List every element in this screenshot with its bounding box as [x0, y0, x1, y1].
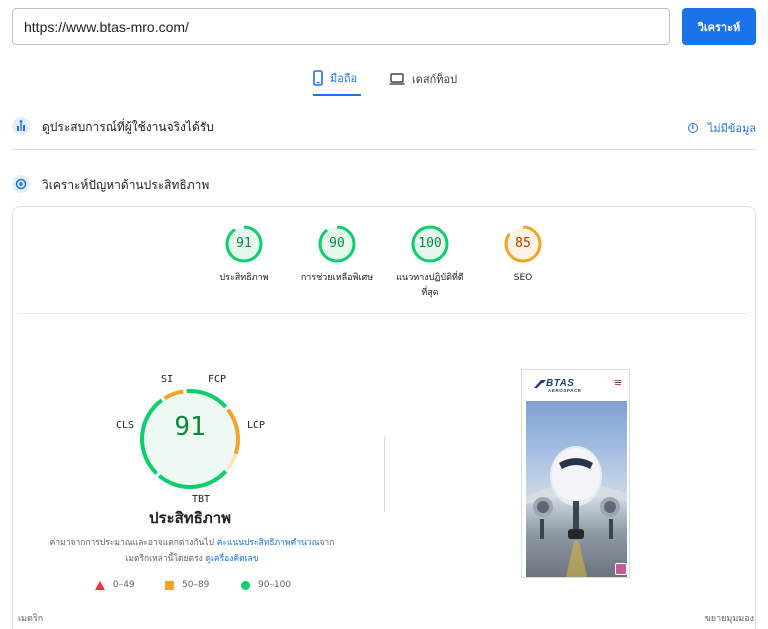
- score-label: การช่วยเหลือพิเศษ: [300, 273, 374, 283]
- expand-view-button[interactable]: ขยายมุมมอง: [705, 611, 754, 625]
- tab-desktop-label: เดสก์ท็อป: [412, 73, 458, 86]
- circle-icon: [241, 580, 250, 590]
- legend-pass-range: 90–100: [258, 580, 292, 590]
- score-value: 91: [236, 236, 252, 251]
- metrics-heading: เมตริก: [18, 614, 44, 624]
- legend-fail: 0–49: [95, 580, 135, 590]
- lab-section-title: วิเคราะห์ปัญหาด้านประสิทธิภาพ: [42, 178, 210, 192]
- note-prefix: ค่ามาจากการประมาณและอาจแตกต่างกันไป: [49, 538, 214, 548]
- no-data-link[interactable]: i ไม่มีข้อมูล: [687, 119, 756, 137]
- section-divider: [12, 149, 756, 150]
- airplane-icon: [526, 446, 627, 577]
- metric-lcp-label: LCP: [247, 420, 266, 431]
- tab-mobile[interactable]: มือถือ: [313, 62, 361, 96]
- metric-tbt-label: TBT: [192, 494, 211, 505]
- legend-fail-range: 0–49: [113, 580, 135, 590]
- device-tabs: มือถือ เดสก์ท็อป: [0, 62, 768, 98]
- metric-fcp-label: FCP: [208, 374, 227, 385]
- calculator-link[interactable]: ดูเครื่องคิดเลข: [205, 554, 258, 564]
- btas-logo: BTAS AEROSPACE: [534, 378, 594, 394]
- logo-subtext: AEROSPACE: [548, 388, 582, 393]
- score-label: แนวทางปฏิบัติที่ดีที่สุด: [396, 273, 464, 298]
- metric-cls-label: CLS: [116, 420, 135, 431]
- desktop-icon: [389, 73, 405, 85]
- legend-pass: 90–100: [241, 580, 291, 590]
- score-value: 100: [418, 236, 442, 251]
- performance-note: ค่ามาจากการประมาณและอาจแตกต่างกันไป คะแน…: [44, 535, 340, 567]
- performance-big-score: 91: [174, 412, 206, 442]
- performance-title: ประสิทธิภาพ: [148, 509, 232, 527]
- logo-swoosh-icon: [534, 380, 546, 388]
- field-data-icon: [12, 117, 30, 135]
- chat-widget-icon: [615, 563, 627, 575]
- flag-icon: [615, 380, 621, 385]
- airplane-hero-image: [526, 401, 627, 577]
- vertical-separator: [384, 436, 385, 512]
- page-screenshot-preview: BTAS AEROSPACE: [521, 369, 630, 578]
- square-icon: [165, 580, 174, 590]
- tab-desktop[interactable]: เดสก์ท็อป: [389, 62, 459, 96]
- score-value: 85: [515, 236, 531, 251]
- score-calculation-link[interactable]: คะแนนประสิทธิภาพคำนวณ: [217, 538, 320, 548]
- mobile-icon: [313, 70, 323, 86]
- no-data-label: ไม่มีข้อมูล: [707, 122, 756, 135]
- analyze-button[interactable]: วิเคราะห์: [682, 8, 756, 45]
- tab-mobile-label: มือถือ: [330, 72, 358, 85]
- score-label: SEO: [513, 273, 533, 283]
- legend-average-range: 50–89: [182, 580, 210, 590]
- diagnose-icon: [12, 175, 30, 193]
- field-data-title: ดูประสบการณ์ที่ผู้ใช้งานจริงได้รับ: [42, 120, 214, 134]
- triangle-icon: [95, 580, 105, 590]
- score-value: 90: [329, 236, 345, 251]
- score-label: ประสิทธิภาพ: [219, 273, 269, 283]
- card-divider: [18, 313, 748, 314]
- url-input[interactable]: [12, 8, 670, 45]
- info-icon: i: [687, 123, 698, 133]
- legend-average: 50–89: [165, 580, 209, 590]
- metric-si-label: SI: [161, 374, 174, 385]
